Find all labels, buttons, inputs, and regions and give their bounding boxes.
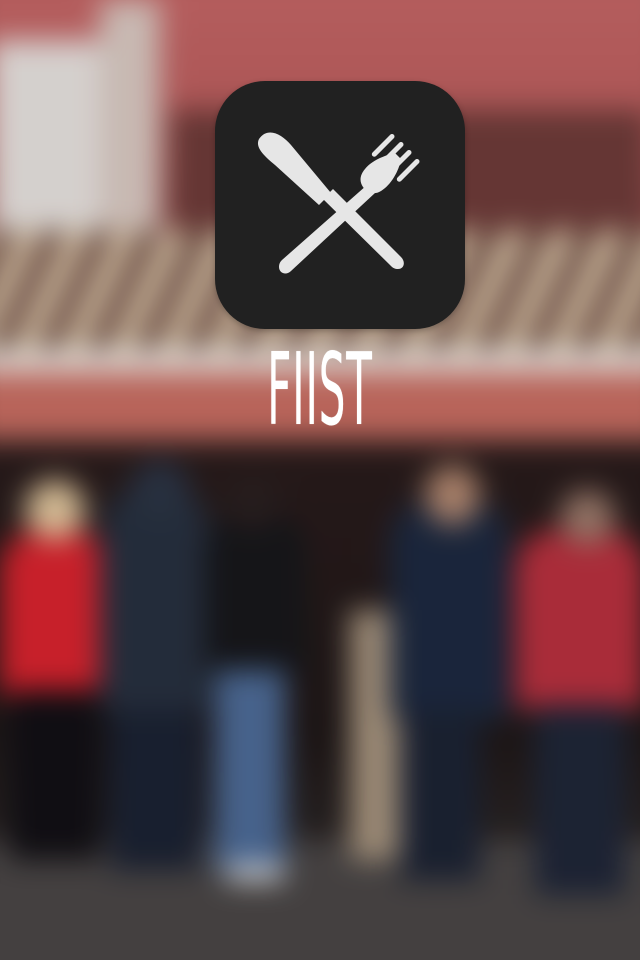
app-title: FIIST [267,331,373,448]
app-logo-icon [215,81,465,329]
splash-screen: FIIST [0,0,640,960]
knife-and-fork-crossed-icon [257,132,420,274]
